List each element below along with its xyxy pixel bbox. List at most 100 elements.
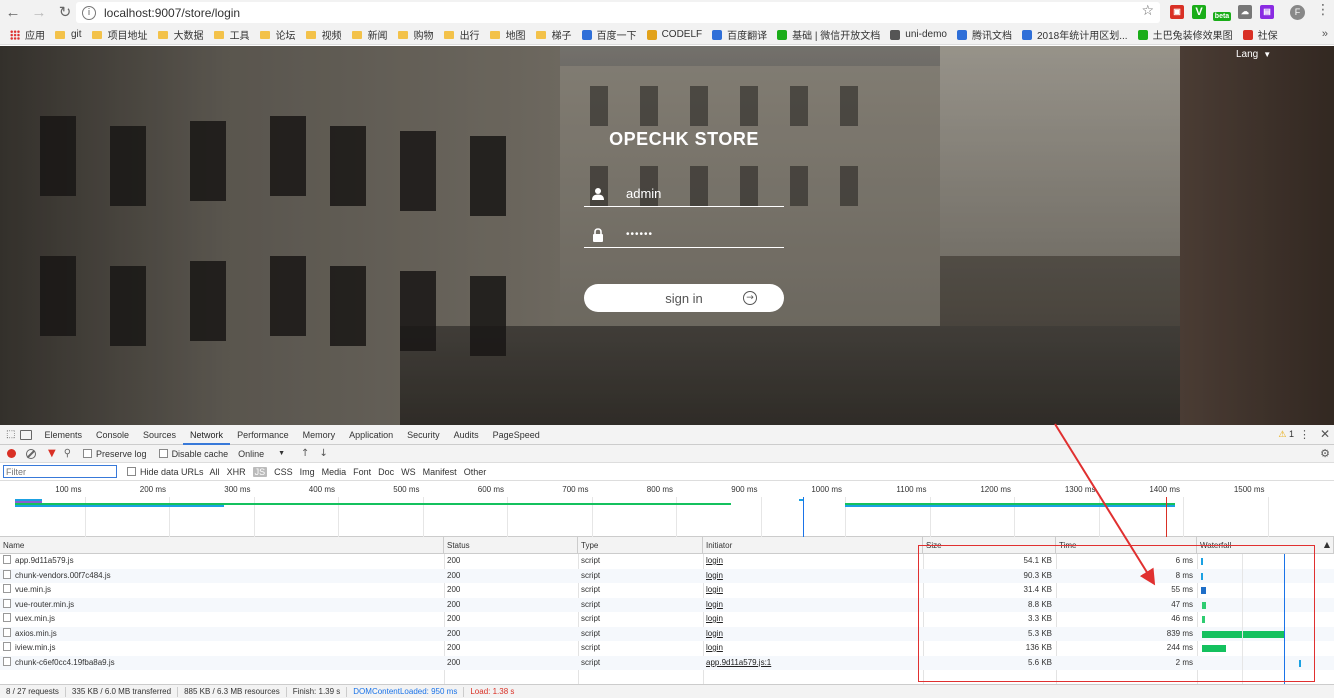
inspect-element-icon[interactable]: ⬚ [6, 429, 15, 440]
network-overview-timeline[interactable]: 100 ms 200 ms 300 ms 400 ms 500 ms 600 ms 700 … [0, 481, 1334, 537]
bookmark-item[interactable]: 出行 [443, 27, 480, 42]
address-bar[interactable]: i localhost:9007/store/login ☆ [76, 2, 1160, 23]
export-har-icon[interactable]: ↓ [319, 448, 327, 459]
filter-type-css[interactable]: CSS [274, 467, 293, 477]
tab-network[interactable]: Network [183, 425, 231, 445]
password-input[interactable]: •••••• [626, 229, 653, 240]
filter-type-media[interactable]: Media [322, 467, 347, 477]
name-cell[interactable]: vue-router.min.js [0, 598, 444, 613]
record-icon[interactable] [7, 449, 16, 458]
filter-type-font[interactable]: Font [353, 467, 371, 477]
reload-icon[interactable]: ↻ [52, 0, 78, 25]
bookmark-item[interactable]: 视频 [305, 27, 342, 42]
profile-avatar[interactable]: F [1290, 5, 1305, 20]
tab-console[interactable]: Console [89, 425, 136, 445]
initiator-cell[interactable]: login [703, 569, 923, 584]
bookmark-item[interactable]: 2018年统计用区划... [1021, 27, 1128, 42]
tab-elements[interactable]: Elements [37, 425, 89, 445]
bookmark-item[interactable]: 社保 [1242, 27, 1278, 42]
bookmark-item[interactable]: 梯子 [535, 27, 572, 42]
name-cell[interactable]: iview.min.js [0, 641, 444, 656]
warnings-count[interactable]: ⚠ 1 [1278, 429, 1294, 440]
column-header-name[interactable]: Name [0, 537, 444, 554]
tab-application[interactable]: Application [342, 425, 400, 445]
import-har-icon[interactable]: ↑ [301, 448, 309, 459]
filter-type-manifest[interactable]: Manifest [423, 467, 457, 477]
bookmark-item[interactable]: 大数据 [157, 27, 204, 42]
bookmark-item[interactable]: 百度翻译 [712, 27, 767, 42]
filter-type-js[interactable]: JS [252, 466, 268, 477]
bookmark-item[interactable]: 购物 [397, 27, 434, 42]
bookmark-item[interactable]: 应用 [10, 27, 45, 42]
close-devtools-icon[interactable]: ✕ [1320, 427, 1330, 441]
extension-icon-2[interactable]: V [1192, 5, 1206, 19]
forward-icon[interactable]: → [26, 0, 52, 25]
request-initiator[interactable]: login [706, 556, 723, 565]
filter-type-ws[interactable]: WS [401, 467, 416, 477]
request-initiator[interactable]: login [706, 600, 723, 609]
info-icon[interactable]: i [82, 5, 96, 20]
initiator-cell[interactable]: app.9d11a579.js:1 [703, 656, 923, 671]
request-initiator[interactable]: login [706, 571, 723, 580]
extension-icon-3[interactable]: ☁ [1238, 5, 1252, 19]
initiator-cell[interactable]: login [703, 583, 923, 598]
name-cell[interactable]: chunk-c6ef0cc4.19fba8a9.js [0, 656, 444, 671]
name-cell[interactable]: axios.min.js [0, 627, 444, 642]
preserve-log-checkbox[interactable] [83, 449, 93, 458]
bookmark-item[interactable]: 论坛 [259, 27, 296, 42]
bookmark-item[interactable]: git [55, 29, 82, 40]
browser-menu-icon[interactable]: ⋮ [1316, 2, 1330, 18]
password-field[interactable]: •••••• [584, 222, 784, 248]
language-select[interactable]: Lang ▼ [1236, 49, 1271, 60]
request-initiator[interactable]: login [706, 629, 723, 638]
column-header-type[interactable]: Type [578, 537, 703, 554]
filter-input[interactable] [3, 465, 117, 478]
bookmarks-more[interactable]: » [1322, 28, 1328, 40]
column-header-status[interactable]: Status [444, 537, 578, 554]
filter-type-all[interactable]: All [210, 467, 220, 477]
filter-type-xhr[interactable]: XHR [227, 467, 246, 477]
tab-sources[interactable]: Sources [136, 425, 183, 445]
throttle-select[interactable]: Online ▼ [238, 449, 285, 459]
initiator-cell[interactable]: login [703, 641, 923, 656]
filter-type-doc[interactable]: Doc [378, 467, 394, 477]
settings-gear-icon[interactable]: ⚙ [1320, 447, 1330, 460]
username-input[interactable]: admin [626, 186, 661, 201]
sort-ascending-icon[interactable]: ▲ [1324, 540, 1330, 549]
filter-icon[interactable]: ▼ [48, 448, 56, 459]
filter-type-other[interactable]: Other [464, 467, 487, 477]
extension-icon-4[interactable]: ▤ [1260, 5, 1274, 19]
request-initiator[interactable]: login [706, 643, 723, 652]
hide-data-urls-checkbox[interactable] [127, 467, 136, 476]
name-cell[interactable]: chunk-vendors.00f7c484.js [0, 569, 444, 584]
bookmark-item[interactable]: 腾讯文档 [956, 27, 1012, 42]
bookmark-item[interactable]: 基础 | 微信开放文档 [777, 27, 880, 42]
disable-cache-checkbox[interactable] [158, 449, 168, 458]
extension-icon-1[interactable]: ▣ [1170, 5, 1184, 19]
tab-audits[interactable]: Audits [447, 425, 486, 445]
tab-security[interactable]: Security [400, 425, 447, 445]
initiator-cell[interactable]: login [703, 627, 923, 642]
bookmark-item[interactable]: 地图 [489, 27, 526, 42]
bookmark-item[interactable]: uni-demo [890, 29, 947, 40]
name-cell[interactable]: vuex.min.js [0, 612, 444, 627]
tab-memory[interactable]: Memory [296, 425, 343, 445]
bookmark-item[interactable]: 百度一下 [581, 27, 637, 42]
initiator-cell[interactable]: login [703, 554, 923, 569]
tab-performance[interactable]: Performance [230, 425, 296, 445]
bookmark-item[interactable]: 工具 [213, 27, 250, 42]
name-cell[interactable]: app.9d11a579.js [0, 554, 444, 569]
initiator-cell[interactable]: login [703, 612, 923, 627]
back-icon[interactable]: ← [0, 0, 26, 25]
devtools-menu-icon[interactable]: ⋮ [1299, 428, 1310, 441]
request-initiator[interactable]: login [706, 614, 723, 623]
username-field[interactable]: admin [584, 181, 784, 207]
bookmark-item[interactable]: 新闻 [351, 27, 388, 42]
search-icon[interactable]: ⚲ [64, 448, 71, 459]
column-header-initiator[interactable]: Initiator [703, 537, 923, 554]
bookmark-item[interactable]: 土巴兔装修效果图 [1137, 27, 1233, 42]
filter-type-img[interactable]: Img [300, 467, 315, 477]
request-initiator[interactable]: app.9d11a579.js:1 [706, 658, 771, 667]
clear-icon[interactable] [26, 448, 36, 459]
request-initiator[interactable]: login [706, 585, 723, 594]
